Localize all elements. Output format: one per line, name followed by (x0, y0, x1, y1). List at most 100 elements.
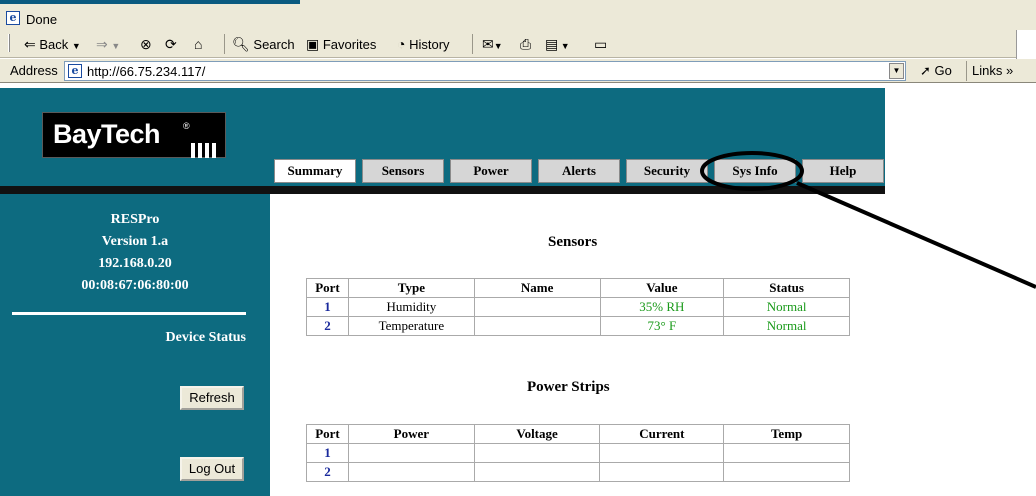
tab-sys-info[interactable]: Sys Info (714, 159, 796, 183)
strip-power (347, 462, 475, 482)
log-out-button[interactable]: Log Out (180, 457, 244, 481)
stop-icon: ⊗ (140, 36, 152, 52)
back-label: Back (39, 37, 69, 52)
address-dropdown-icon[interactable]: ▼ (889, 63, 904, 79)
stop-button[interactable]: ⊗ (140, 34, 152, 54)
sensors-table: Port Type Name Value Status 1 Humidity 3… (306, 278, 850, 336)
device-status-link[interactable]: Device Status (166, 330, 247, 346)
column-header: Temp (723, 424, 850, 444)
forward-arrow-icon: ⇒ (96, 36, 108, 52)
table-header-row: Port Power Voltage Current Temp (306, 424, 850, 444)
ie-page-icon: e (68, 64, 82, 78)
home-button[interactable]: ⌂ (194, 34, 202, 54)
search-button[interactable]: 🔍︎ Search (232, 34, 295, 54)
links-label: Links » (972, 63, 1014, 78)
sensors-title: Sensors (548, 234, 598, 250)
baytech-logo: BayTech ® (42, 112, 226, 158)
column-header: Power (347, 424, 475, 444)
port-link[interactable]: 1 (306, 443, 349, 463)
window-top-strip (0, 0, 1036, 8)
tab-alerts[interactable]: Alerts (538, 159, 620, 183)
device-mac: 00:08:67:06:80:00 (81, 278, 189, 293)
go-button[interactable]: ➚ Go (920, 63, 952, 79)
sensor-status: Normal (723, 316, 850, 336)
favorites-icon: ▣ (306, 36, 320, 52)
table-row: 2 Temperature 73° F Normal (306, 316, 850, 336)
window-title-fragment (0, 0, 300, 4)
port-link[interactable]: 1 (306, 297, 349, 317)
status-text: Done (26, 12, 58, 27)
sensor-name (473, 297, 601, 317)
table-row: 1 (306, 443, 850, 463)
back-button[interactable]: ⇐ Back ▼ (24, 34, 81, 54)
back-dropdown-icon: ▼ (71, 41, 81, 51)
column-header: Value (599, 278, 725, 298)
address-bar: Address e http://66.75.234.117/ ▼ ➚ Go L… (0, 59, 1036, 83)
tab-label: Sensors (381, 163, 425, 178)
product-name: RESPro (110, 212, 160, 227)
column-header: Current (599, 424, 725, 444)
toolbar-grip (8, 34, 10, 54)
header-divider (0, 186, 885, 194)
tab-summary[interactable]: Summary (274, 159, 356, 183)
tab-label: Sys Info (732, 163, 778, 178)
logo-bars-icon (191, 143, 219, 161)
address-input[interactable]: e http://66.75.234.117/ ▼ (64, 61, 906, 81)
tab-power[interactable]: Power (450, 159, 532, 183)
edit-button[interactable]: ▤ ▼ (545, 34, 570, 54)
strip-current (599, 462, 725, 482)
forward-dropdown-icon: ▼ (111, 41, 121, 51)
tab-label: Alerts (562, 163, 596, 178)
page-header: BayTech ® Summary Sensors Power Alerts S… (0, 88, 885, 186)
discuss-button[interactable]: ▭ (594, 34, 607, 54)
tab-label: Help (829, 163, 857, 178)
forward-button[interactable]: ⇒ ▼ (96, 34, 120, 54)
tab-label: Summary (287, 163, 343, 178)
sensor-value: 73° F (599, 316, 725, 336)
tab-help[interactable]: Help (802, 159, 884, 183)
mail-icon: ✉ (482, 36, 494, 52)
mail-dropdown-icon: ▼ (493, 41, 503, 51)
discuss-icon: ▭ (594, 36, 608, 52)
ie-page-icon: e (6, 11, 20, 25)
power-strips-table: Port Power Voltage Current Temp 1 2 (306, 424, 850, 482)
column-header: Name (473, 278, 601, 298)
tab-label: Power (473, 163, 509, 178)
go-label: Go (934, 63, 952, 78)
column-header: Status (723, 278, 850, 298)
table-row: 2 (306, 462, 850, 482)
sidebar: RESPro Version 1.a 192.168.0.20 00:08:67… (0, 194, 270, 496)
refresh-button[interactable]: Refresh (180, 386, 244, 410)
column-header: Port (306, 424, 349, 444)
column-header: Type (347, 278, 475, 298)
edit-dropdown-icon: ▼ (558, 41, 570, 51)
refresh-browser-button[interactable]: ⟳ (165, 34, 177, 54)
status-bar: e Done (0, 8, 1036, 30)
favorites-button[interactable]: ▣ Favorites (306, 34, 376, 54)
strip-voltage (473, 443, 601, 463)
port-link[interactable]: 2 (306, 316, 349, 336)
power-strips-title: Power Strips (527, 379, 610, 395)
history-button[interactable]: ◔ History (397, 34, 450, 54)
tab-security[interactable]: Security (626, 159, 708, 183)
address-separator (966, 61, 967, 81)
tab-sensors[interactable]: Sensors (362, 159, 444, 183)
table-header-row: Port Type Name Value Status (306, 278, 850, 298)
sensor-name (473, 316, 601, 336)
links-button[interactable]: Links » (972, 63, 1013, 78)
history-icon: ◔ (397, 36, 406, 52)
strip-voltage (473, 462, 601, 482)
browser-toolbar: ⇐ Back ▼ ⇒ ▼ ⊗ ⟳ ⌂ 🔍︎ Search ▣ Favorites… (0, 30, 1036, 58)
column-header: Voltage (473, 424, 601, 444)
history-label: History (409, 37, 450, 52)
home-icon: ⌂ (194, 36, 203, 52)
strip-temp (723, 443, 850, 463)
sensor-type: Temperature (347, 316, 475, 336)
mail-button[interactable]: ✉▼ (482, 34, 503, 54)
go-arrow-icon: ➚ (920, 63, 931, 78)
print-button[interactable]: ⎙ (520, 34, 531, 54)
tab-label: Security (643, 163, 691, 178)
back-arrow-icon: ⇐ (24, 36, 36, 52)
edit-icon: ▤ (545, 36, 559, 52)
port-link[interactable]: 2 (306, 462, 349, 482)
